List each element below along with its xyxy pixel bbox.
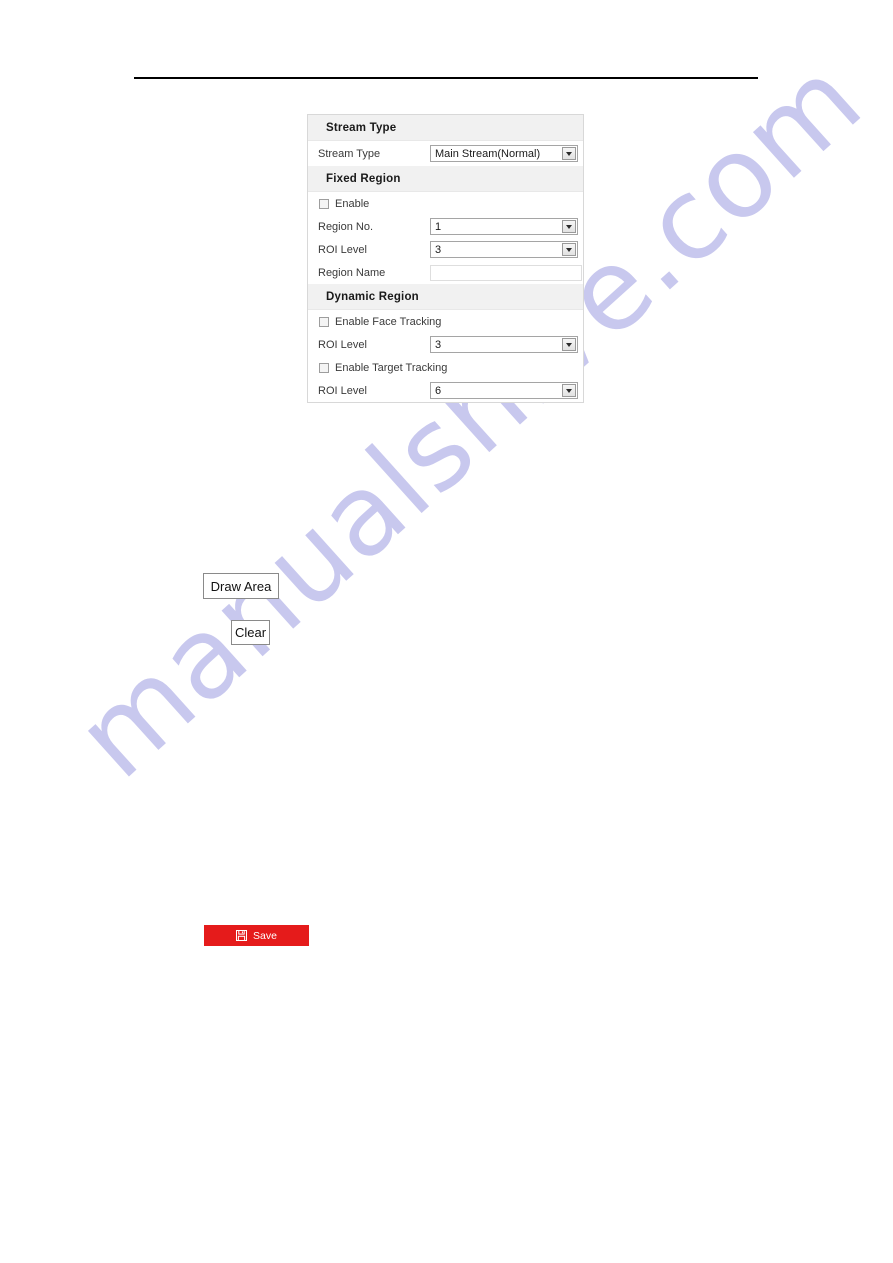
label-enable-target-tracking: Enable Target Tracking xyxy=(335,361,448,374)
field-row-region-name: Region Name xyxy=(308,261,583,284)
checkbox-row-enable-face-tracking[interactable]: Enable Face Tracking xyxy=(308,310,583,333)
label-region-no: Region No. xyxy=(318,220,374,233)
label-region-name: Region Name xyxy=(318,266,386,279)
checkbox-row-enable[interactable]: Enable xyxy=(308,192,583,215)
select-roi-level-target-value: 6 xyxy=(435,384,442,397)
draw-area-button[interactable]: Draw Area xyxy=(203,573,279,599)
checkbox-enable-face-tracking[interactable] xyxy=(319,316,329,327)
region-name-input[interactable] xyxy=(430,264,582,281)
checkbox-enable[interactable] xyxy=(319,198,329,209)
select-roi-level-fixed[interactable]: 3 xyxy=(430,241,578,258)
field-row-roi-level-fixed: ROI Level 3 xyxy=(308,238,583,261)
save-button-label: Save xyxy=(253,929,277,942)
label-enable-face-tracking: Enable Face Tracking xyxy=(335,315,442,328)
chevron-down-icon[interactable] xyxy=(562,220,576,233)
section-header-stream-type: Stream Type xyxy=(308,115,583,141)
chevron-down-icon[interactable] xyxy=(562,338,576,351)
page-content: Stream Type Stream Type Main Stream(Norm… xyxy=(0,0,893,1263)
chevron-down-icon[interactable] xyxy=(562,147,576,160)
label-stream-type: Stream Type xyxy=(318,147,381,160)
chevron-down-icon[interactable] xyxy=(562,384,576,397)
section-header-dynamic-region: Dynamic Region xyxy=(308,284,583,310)
label-roi-level-face: ROI Level xyxy=(318,338,367,351)
label-enable: Enable xyxy=(335,197,370,210)
roi-settings-panel: Stream Type Stream Type Main Stream(Norm… xyxy=(307,114,584,403)
field-row-roi-level-face: ROI Level 3 xyxy=(308,333,583,356)
select-stream-type[interactable]: Main Stream(Normal) xyxy=(430,145,578,162)
checkbox-row-enable-target-tracking[interactable]: Enable Target Tracking xyxy=(308,356,583,379)
chevron-down-icon[interactable] xyxy=(562,243,576,256)
select-region-no[interactable]: 1 xyxy=(430,218,578,235)
save-floppy-icon xyxy=(236,930,248,941)
field-row-roi-level-target: ROI Level 6 xyxy=(308,379,583,402)
label-roi-level-target: ROI Level xyxy=(318,384,367,397)
select-stream-type-value: Main Stream(Normal) xyxy=(435,147,541,160)
select-roi-level-face[interactable]: 3 xyxy=(430,336,578,353)
header-divider-rule xyxy=(134,77,758,79)
save-button[interactable]: Save xyxy=(204,925,309,946)
field-row-region-no: Region No. 1 xyxy=(308,215,583,238)
label-roi-level-fixed: ROI Level xyxy=(318,243,367,256)
checkbox-enable-target-tracking[interactable] xyxy=(319,362,329,373)
field-row-stream-type: Stream Type Main Stream(Normal) xyxy=(308,141,583,166)
select-roi-level-face-value: 3 xyxy=(435,338,442,351)
select-region-no-value: 1 xyxy=(435,220,442,233)
section-header-fixed-region: Fixed Region xyxy=(308,166,583,192)
clear-button[interactable]: Clear xyxy=(231,620,270,645)
select-roi-level-target[interactable]: 6 xyxy=(430,382,578,399)
select-roi-level-fixed-value: 3 xyxy=(435,243,442,256)
